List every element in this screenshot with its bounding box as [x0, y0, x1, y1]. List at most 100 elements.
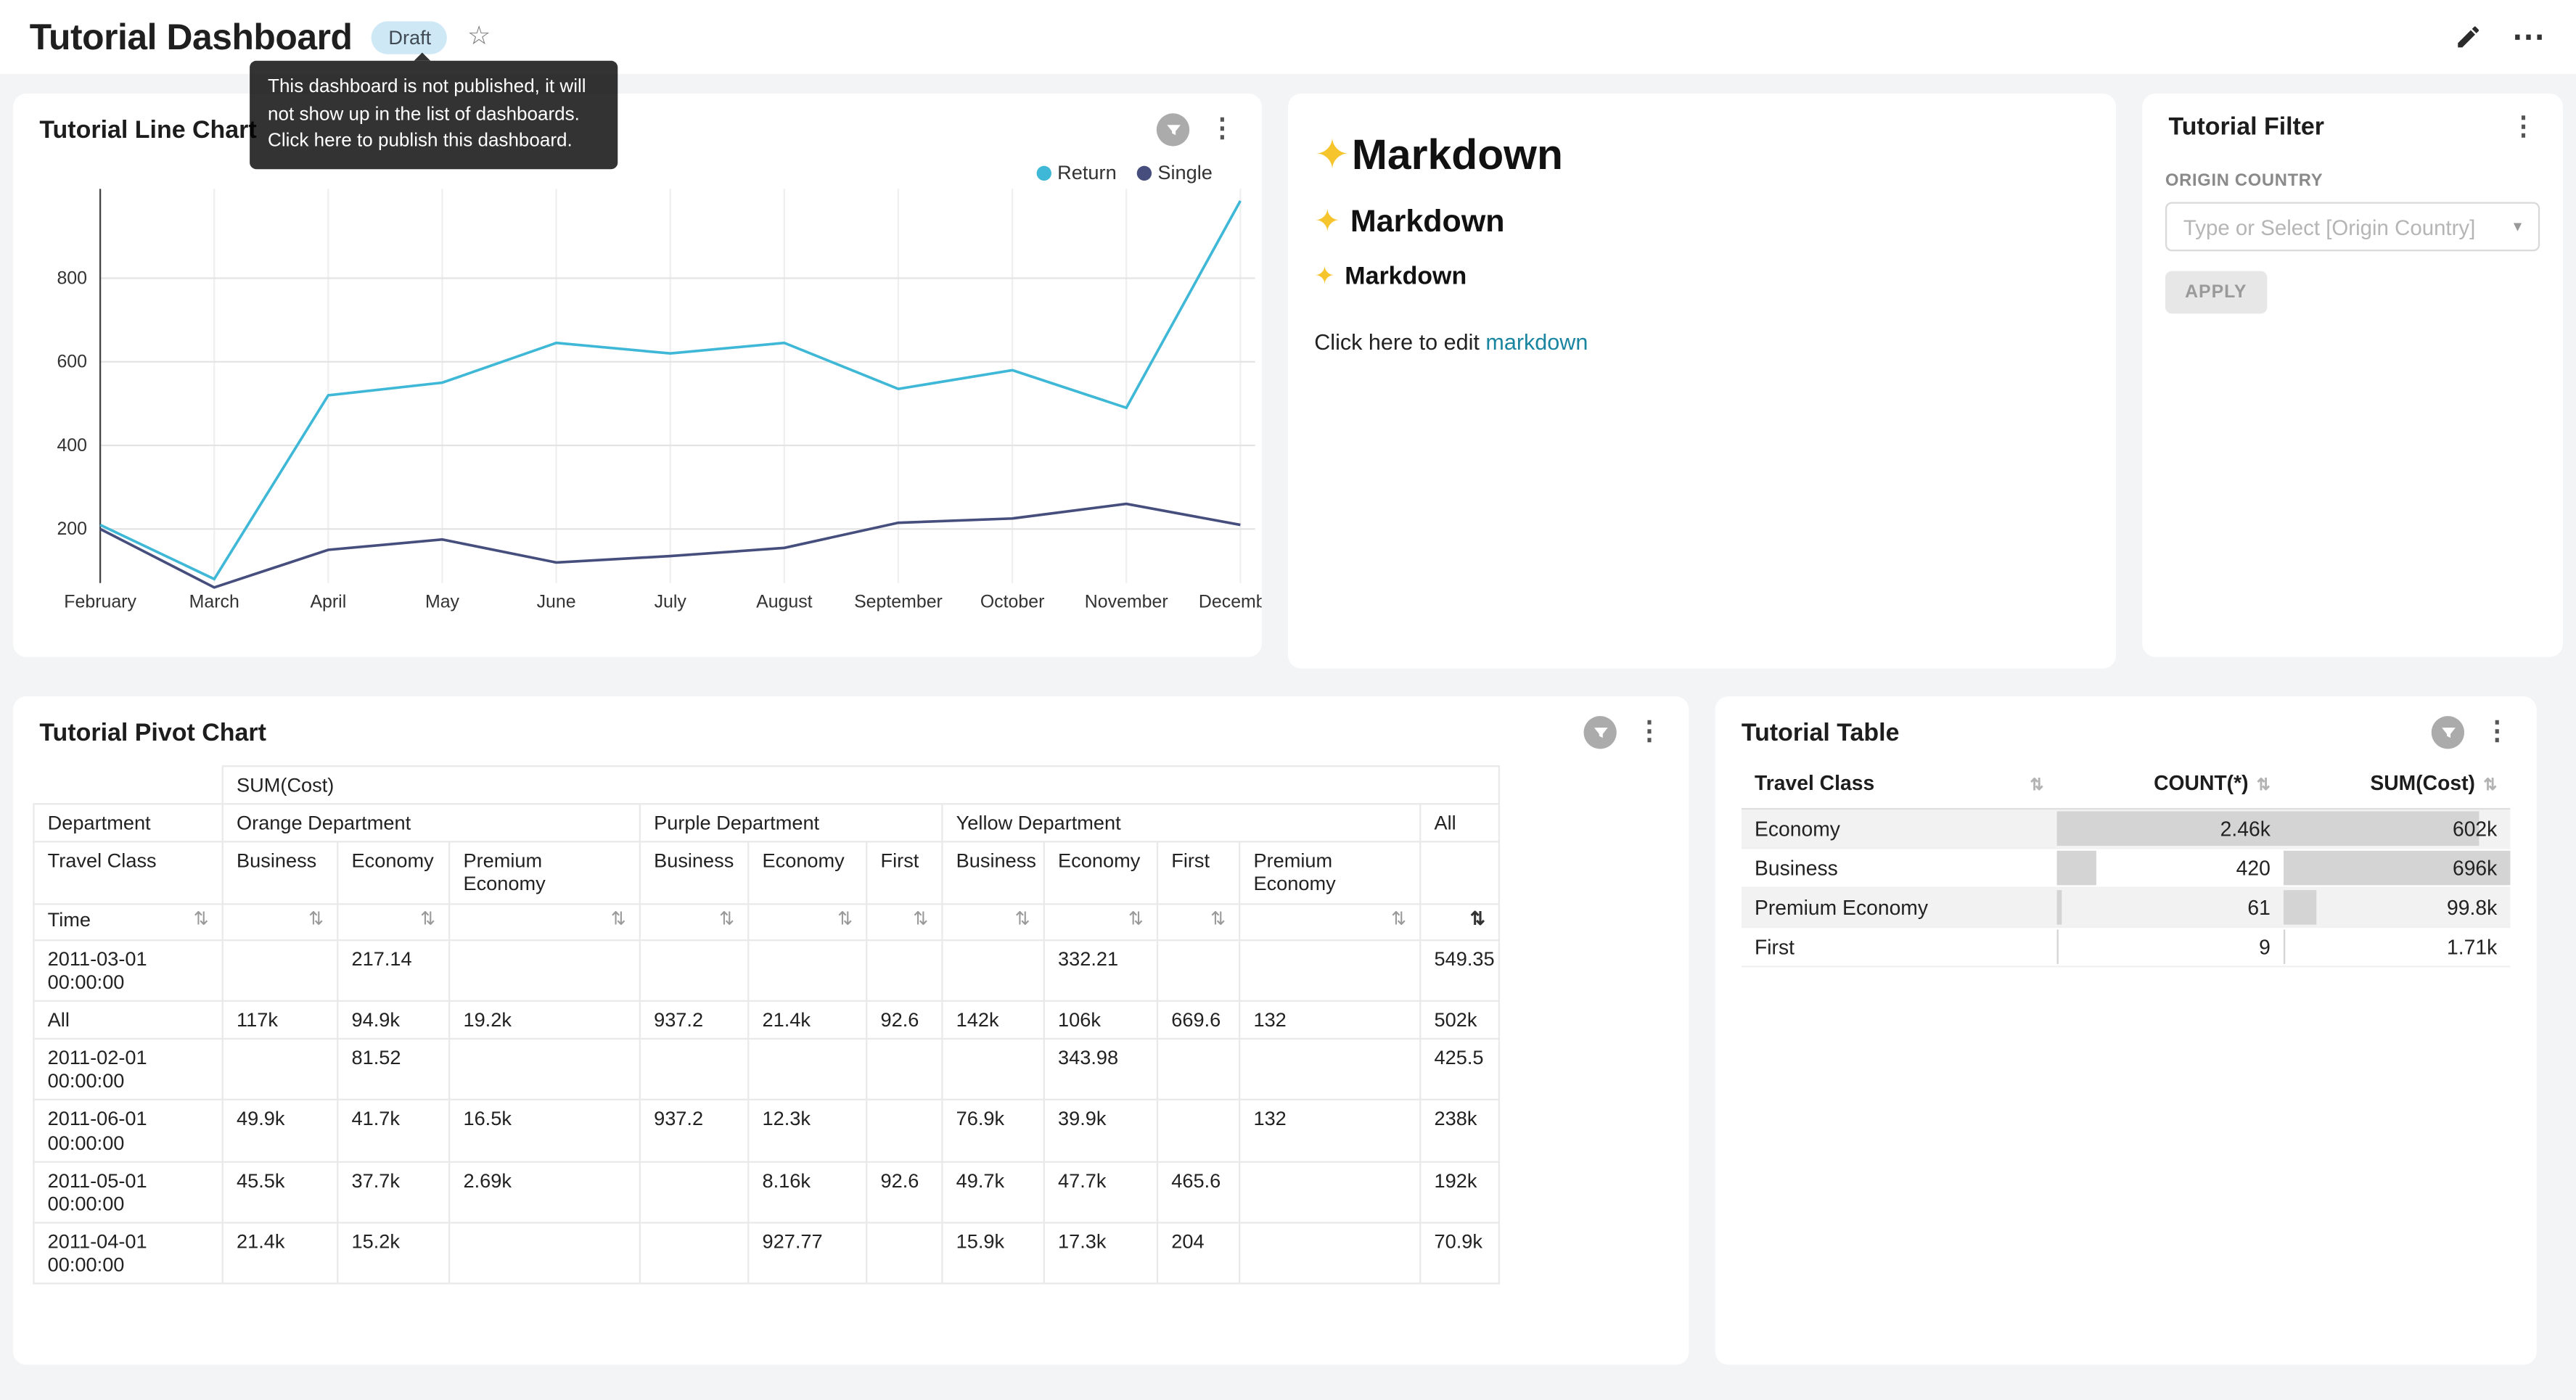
count-bar	[2057, 890, 2063, 925]
pivot-cell: 204	[1157, 1223, 1239, 1284]
pivot-sort-cell: ⇅	[942, 903, 1043, 939]
sort-icon[interactable]: ⇅	[2030, 775, 2043, 799]
sort-icon[interactable]: ⇅	[913, 907, 928, 931]
pivot-cell: 21.4k	[223, 1223, 337, 1284]
table-card: Tutorial Table ⋮ Travel Class⇅ COUNT(*)⇅…	[1715, 696, 2537, 1364]
pivot-cell	[866, 939, 942, 1000]
pivot-cell	[866, 1039, 942, 1100]
pivot-cell: 92.6	[866, 1161, 942, 1222]
pivot-cell	[640, 1039, 748, 1100]
column-header-sum-cost[interactable]: SUM(Cost)⇅	[2284, 762, 2510, 810]
table-row[interactable]: Economy2.46k602k	[1742, 809, 2511, 848]
more-vertical-icon[interactable]: ⋮	[1206, 117, 1239, 143]
svg-text:July: July	[655, 592, 687, 612]
edit-icon[interactable]	[2454, 23, 2482, 51]
card-title: Tutorial Pivot Chart	[39, 719, 266, 746]
sort-icon[interactable]: ⇅	[2257, 777, 2271, 795]
svg-text:November: November	[1085, 592, 1168, 612]
origin-country-select[interactable]: Type or Select [Origin Country] ▾	[2165, 202, 2540, 251]
svg-text:October: October	[980, 592, 1045, 612]
pivot-group-header: Yellow Department	[942, 804, 1420, 842]
sum-bar	[2284, 890, 2316, 925]
sort-icon[interactable]: ⇅	[1391, 907, 1406, 931]
more-vertical-icon[interactable]: ⋮	[1633, 720, 1665, 746]
pivot-cell	[640, 1223, 748, 1284]
table-row[interactable]: First91.71k	[1742, 927, 2511, 966]
pivot-cell: 937.2	[640, 1100, 748, 1161]
sort-icon[interactable]: ⇅	[308, 907, 324, 931]
pivot-row-header: All	[33, 1001, 222, 1039]
pivot-cell: 142k	[942, 1001, 1043, 1039]
sparkles-icon: ✦	[1314, 263, 1334, 290]
travel-class-cell: Business	[1742, 848, 2057, 887]
draft-badge[interactable]: Draft	[372, 20, 448, 53]
pivot-cell	[1157, 1100, 1239, 1161]
pivot-cell	[1157, 1039, 1239, 1100]
svg-text:March: March	[189, 592, 239, 612]
pivot-corner-cell	[33, 766, 222, 804]
pivot-row-header: 2011-03-01 00:00:00	[33, 939, 222, 1000]
table-row[interactable]: Business420696k	[1742, 848, 2511, 887]
legend-dot	[1136, 165, 1151, 180]
markdown-paragraph: Click here to edit markdown	[1314, 330, 2090, 355]
count-cell: 9	[2057, 927, 2284, 966]
sort-icon[interactable]: ⇅	[1015, 907, 1030, 931]
pivot-col-header: First	[1157, 842, 1239, 903]
pivot-col-header: Economy	[1044, 842, 1157, 903]
sum-bar	[2284, 811, 2479, 846]
star-icon[interactable]: ☆	[467, 19, 491, 52]
pivot-cell	[223, 939, 337, 1000]
pivot-row-header: 2011-02-01 00:00:00	[33, 1039, 222, 1100]
sort-icon[interactable]: ⇅	[1470, 907, 1485, 931]
more-horizontal-icon[interactable]: ⋯	[2512, 29, 2547, 46]
pivot-cell: 19.2k	[449, 1001, 640, 1039]
pivot-cell: 8.16k	[748, 1161, 866, 1222]
sort-icon[interactable]: ⇅	[719, 907, 734, 931]
sort-icon[interactable]: ⇅	[420, 907, 435, 931]
sort-icon[interactable]: ⇅	[194, 907, 209, 931]
origin-country-label: ORIGIN COUNTRY	[2165, 170, 2540, 190]
svg-text:400: 400	[57, 435, 87, 456]
pivot-table: SUM(Cost)DepartmentOrange DepartmentPurp…	[33, 765, 1500, 1285]
sort-icon[interactable]: ⇅	[2483, 777, 2497, 795]
filter-indicator-icon[interactable]	[2432, 716, 2464, 749]
pivot-cell: 49.9k	[223, 1100, 337, 1161]
travel-class-cell: Premium Economy	[1742, 888, 2057, 927]
pivot-col-header: Business	[942, 842, 1043, 903]
pivot-row: 2011-04-01 00:00:0021.4k15.2k927.7715.9k…	[33, 1223, 1499, 1284]
pivot-cell	[866, 1223, 942, 1284]
travel-class-cell: First	[1742, 927, 2057, 966]
legend-item-single[interactable]: Single	[1136, 161, 1213, 184]
filter-indicator-icon[interactable]	[1584, 716, 1617, 749]
pivot-cell: 132	[1239, 1001, 1420, 1039]
sort-icon[interactable]: ⇅	[611, 907, 626, 931]
pivot-card-header: Tutorial Pivot Chart ⋮	[13, 696, 1689, 749]
svg-text:September: September	[854, 592, 943, 612]
sort-icon[interactable]: ⇅	[1128, 907, 1144, 931]
table-row[interactable]: Premium Economy6199.8k	[1742, 888, 2511, 927]
card-actions: ⋮	[1157, 113, 1239, 146]
apply-button[interactable]: APPLY	[2165, 271, 2267, 314]
sort-icon[interactable]: ⇅	[837, 907, 853, 931]
header-actions: ⋯	[2454, 23, 2546, 51]
column-header-count[interactable]: COUNT(*)⇅	[2057, 762, 2284, 810]
pivot-row-header: 2011-05-01 00:00:00	[33, 1161, 222, 1222]
line-chart-card: Tutorial Line Chart ⋮ ReturnSingle 20040…	[13, 94, 1262, 657]
pivot-cell: 12.3k	[748, 1100, 866, 1161]
pivot-cell: 49.7k	[942, 1161, 1043, 1222]
pivot-cell: 238k	[1420, 1100, 1499, 1161]
pivot-cell: 76.9k	[942, 1100, 1043, 1161]
pivot-col-header	[1420, 842, 1499, 903]
edit-markdown-link[interactable]: markdown	[1485, 330, 1588, 355]
pivot-cell: 132	[1239, 1100, 1420, 1161]
legend-item-return[interactable]: Return	[1036, 161, 1117, 184]
pivot-col-header: Premium Economy	[449, 842, 640, 903]
pivot-row-header: 2011-06-01 00:00:00	[33, 1100, 222, 1161]
sort-icon[interactable]: ⇅	[1210, 907, 1226, 931]
more-vertical-icon[interactable]: ⋮	[2507, 114, 2540, 140]
filter-indicator-icon[interactable]	[1157, 113, 1189, 146]
column-header-travel-class[interactable]: Travel Class⇅	[1742, 762, 2057, 810]
more-vertical-icon[interactable]: ⋮	[2481, 720, 2514, 746]
pivot-cell: 669.6	[1157, 1001, 1239, 1039]
pivot-cell	[748, 939, 866, 1000]
